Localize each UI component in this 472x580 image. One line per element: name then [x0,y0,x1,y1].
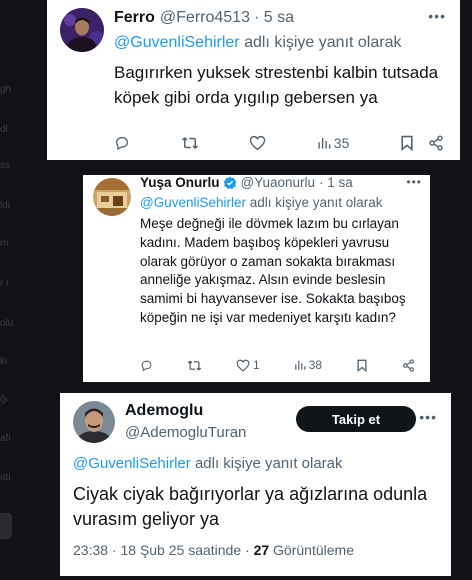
tweet-card-yusa[interactable]: Yuşa Onurlu @Yuaonurlu · 1 sa ••• @Guven… [83,175,430,382]
likes-count: 1 [252,358,260,372]
views-icon [318,138,331,149]
reply-handle-link[interactable]: @GuvenliSehirler [114,34,240,51]
author-name[interactable]: Ferro [114,9,155,27]
reply-icon[interactable] [114,135,130,151]
more-icon[interactable]: ••• [419,409,437,425]
more-icon[interactable]: ••• [406,175,422,189]
verified-badge-icon [223,176,236,189]
heart-icon [236,359,250,371]
views-icon [294,360,306,370]
bg-hint: ki [0,356,8,367]
author-handle[interactable]: @Ferro4513 [160,9,250,27]
reply-handle-link[interactable]: @GuvenliSehirler [140,195,246,210]
reply-handle-link[interactable]: @GuvenliSehirler [73,455,191,472]
views-count: 38 [308,358,322,372]
reply-context-text: adlı kişiye yanıt olarak [190,455,343,472]
bg-hint: ğı [0,394,9,405]
bg-hint: r i [0,278,9,289]
more-icon[interactable]: ••• [428,8,446,24]
tweet-time[interactable]: · 5 sa [254,9,294,27]
heart-icon[interactable] [249,135,266,151]
avatar[interactable] [60,8,104,52]
reply-context-text: adlı kişiye yanıt olarak [246,195,383,210]
like-button[interactable]: 1 [236,358,260,372]
bookmark-icon[interactable] [400,135,414,151]
bg-hint: ati [0,472,11,483]
tweet-text: Meşe değneği ile dövmek lazım bu cırlaya… [140,216,406,325]
views-count: 27 [253,542,270,558]
share-icon[interactable] [402,358,415,372]
tweet-actions: 1 38 [140,358,415,372]
reply-context: @GuvenliSehirler adlı kişiye yanıt olara… [114,34,401,52]
author-name[interactable]: Yuşa Onurlu [140,175,220,190]
reply-context: @GuvenliSehirler adlı kişiye yanıt olara… [73,455,343,472]
tweet-text: Ciyak ciyak bağırıyorlar ya ağızlarına o… [73,484,428,529]
follow-button[interactable]: Takip et [296,406,416,432]
background-sidebar: gh dl ss ldi m r i olu ki ğı afi ati [0,0,40,580]
tweet-card-ferro[interactable]: Ferro @Ferro4513 · 5 sa ••• @GuvenliSehi… [47,0,460,160]
views-button[interactable]: 35 [317,135,350,151]
avatar[interactable] [73,401,115,443]
tweet-timestamp[interactable]: 23:38 · 18 Şub 25 saatinde · [73,542,254,558]
tweet-header: Ferro @Ferro4513 · 5 sa [114,9,294,27]
views-button[interactable]: 38 [294,358,322,372]
bg-hint: olu [0,318,14,329]
tweet-actions-right [400,135,444,151]
bg-hint: afi [0,433,11,444]
views-count: 35 [333,135,350,151]
bg-hint: gh [0,84,12,95]
tweet-header: Yuşa Onurlu @Yuaonurlu · 1 sa [140,175,353,190]
share-icon[interactable] [428,135,444,151]
tweet-card-ademoglu[interactable]: Ademoglu @AdemogluTuran Takip et ••• @Gu… [60,393,451,576]
tweet-actions: 35 [114,135,444,151]
tweet-time[interactable]: · 1 sa [319,175,353,190]
bg-hint: ldi [0,200,11,211]
background-pill [0,513,12,539]
bg-hint: ss [0,160,10,171]
views-label: Görüntüleme [269,542,354,558]
tweet-meta: 23:38 · 18 Şub 25 saatinde · 27 Görüntül… [73,542,354,558]
bookmark-icon[interactable] [356,359,368,372]
bg-hint: m [0,238,9,249]
author-handle[interactable]: @Yuaonurlu [241,175,316,190]
retweet-icon[interactable] [181,135,199,151]
reply-icon[interactable] [140,359,153,372]
retweet-icon[interactable] [187,359,202,372]
author-name[interactable]: Ademoglu [125,402,203,420]
reply-context: @GuvenliSehirler adlı kişiye yanıt olara… [140,195,383,210]
tweet-text: Bagırırken yuksek strestenbi kalbin tuts… [114,63,439,107]
reply-context-text: adlı kişiye yanıt olarak [239,34,402,51]
author-handle[interactable]: @AdemogluTuran [125,424,246,441]
avatar[interactable] [93,178,131,216]
bg-hint: dl [0,124,8,135]
